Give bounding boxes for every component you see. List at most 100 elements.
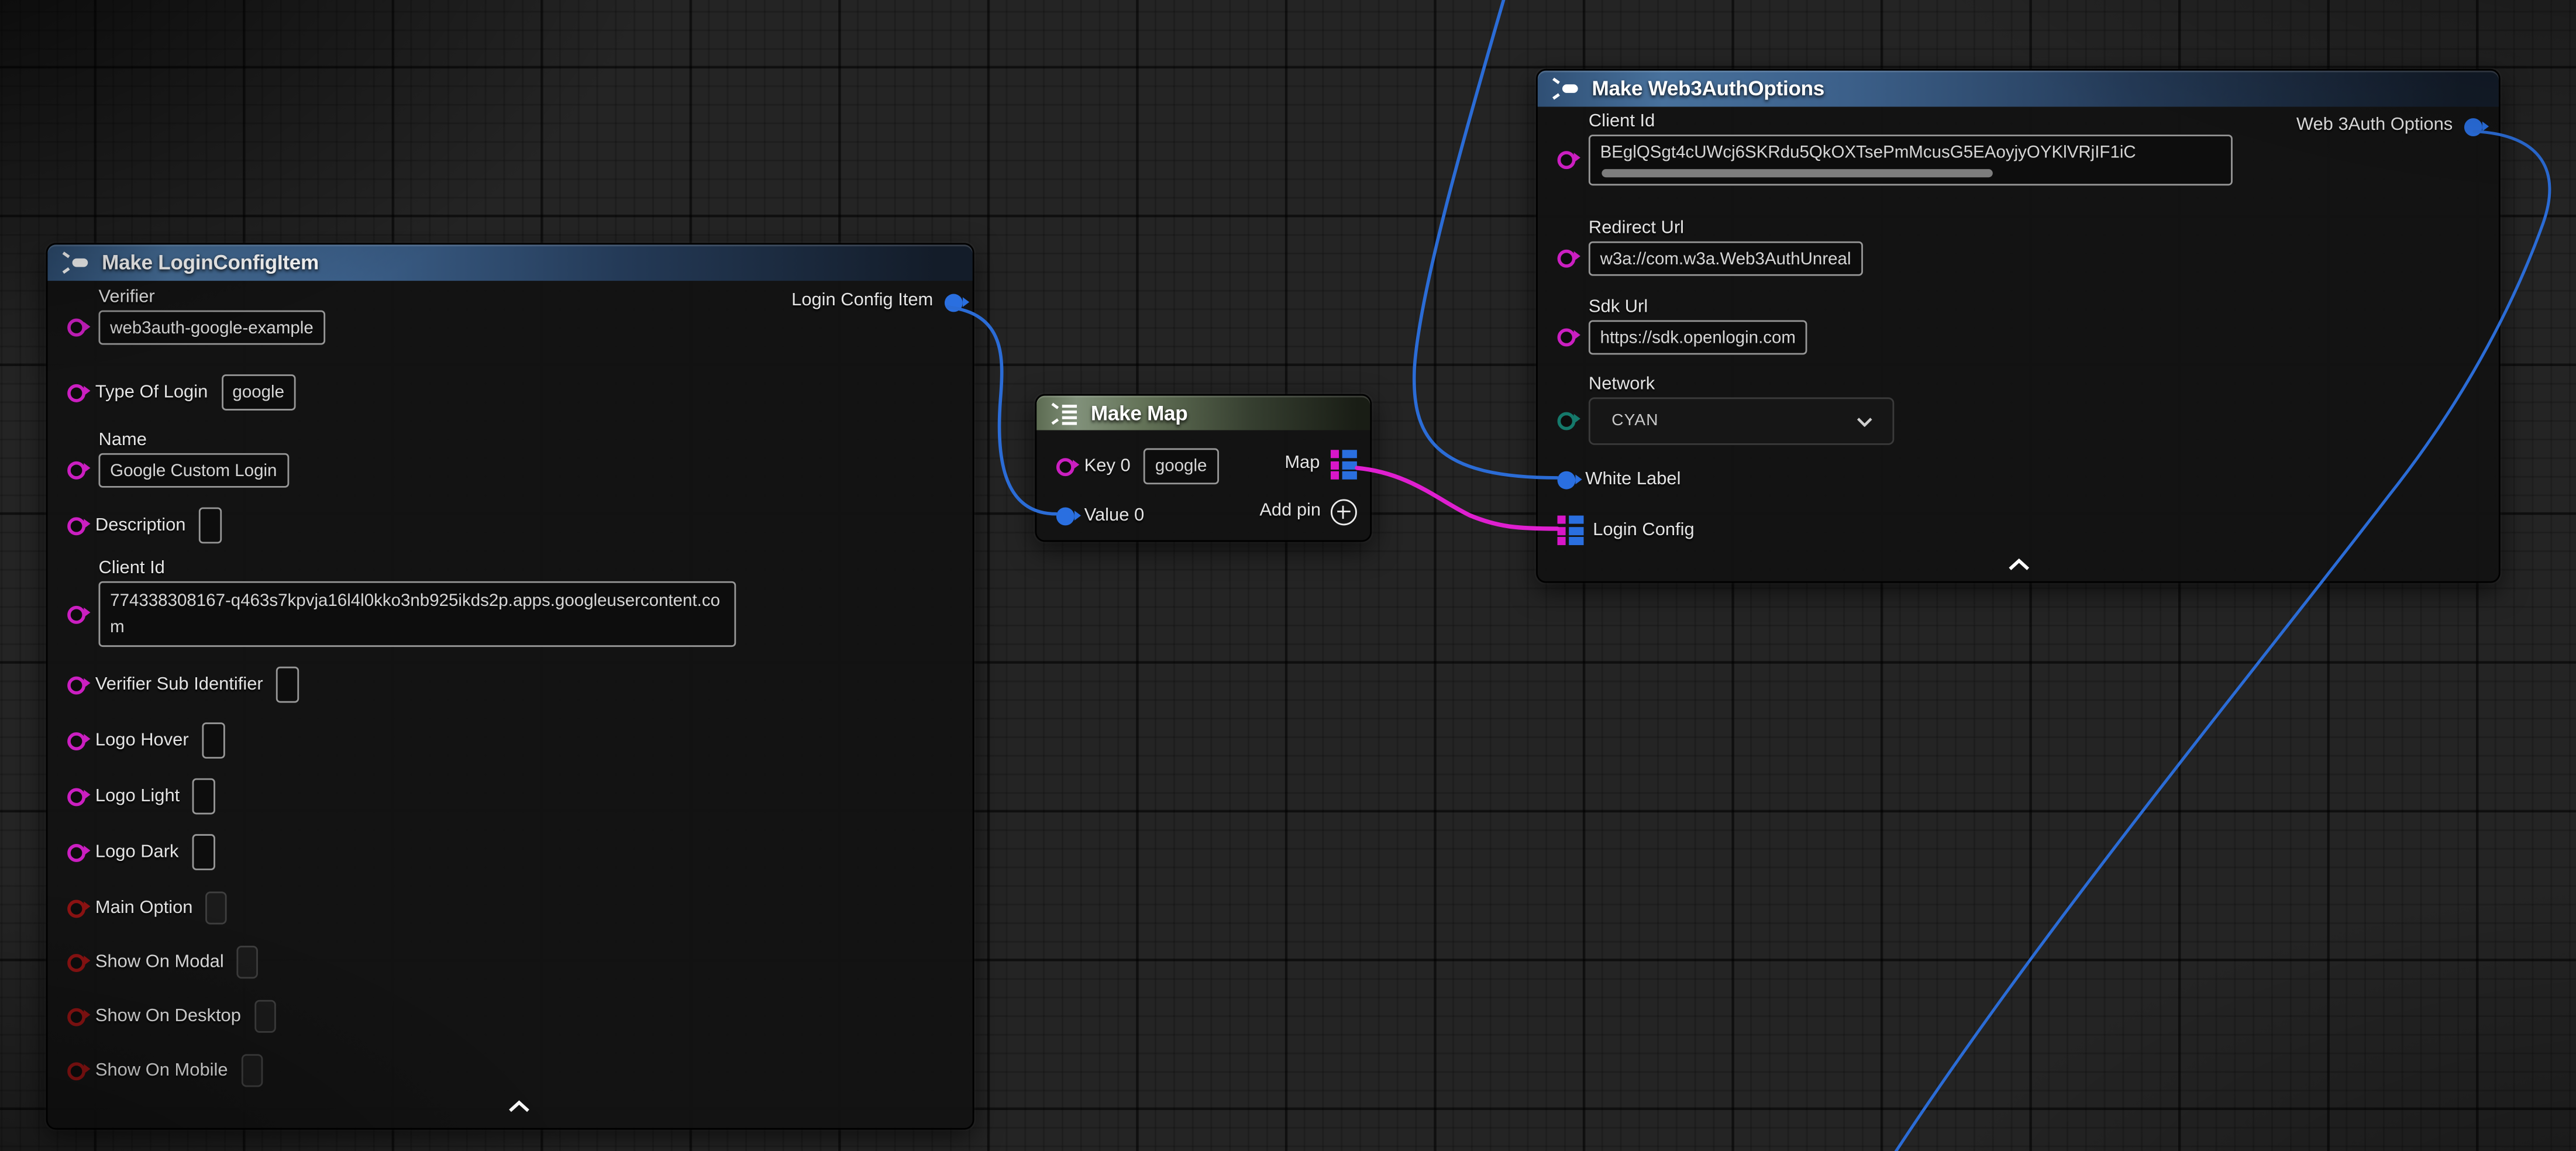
sdk-url-label: Sdk Url	[1589, 297, 1807, 317]
client-id-scrollbar[interactable]	[1602, 170, 1993, 178]
key0-label: Key 0	[1084, 456, 1131, 476]
show-on-desktop-pin[interactable]	[67, 1007, 85, 1025]
verifier-input[interactable]: web3auth-google-example	[99, 311, 325, 345]
node-title: Make LoginConfigItem	[102, 251, 319, 274]
node-make-web3auth-options[interactable]: Make Web3AuthOptions Web 3Auth Options C…	[1536, 69, 2501, 583]
verifier-sub-identifier-label: Verifier Sub Identifier	[95, 675, 263, 695]
client-id-text: BEglQSgt4cUWcj6SKRdu5QkOXTsePmMcusG5EAoy…	[1600, 140, 2222, 164]
client-id-input[interactable]: BEglQSgt4cUWcj6SKRdu5QkOXTsePmMcusG5EAoy…	[1589, 135, 2233, 185]
main-option-pin[interactable]	[67, 899, 85, 917]
field-type-of-login: Type Of Login google	[47, 374, 295, 411]
logo-hover-input[interactable]	[202, 722, 225, 759]
redirect-url-input[interactable]: w3a://com.w3a.Web3AuthUnreal	[1589, 242, 1862, 276]
logo-light-label: Logo Light	[95, 787, 180, 807]
name-pin[interactable]	[67, 461, 85, 479]
make-map-icon	[1050, 401, 1081, 424]
dropdown-chevron-icon	[1857, 416, 1873, 426]
key0-pin[interactable]	[1056, 457, 1075, 475]
field-value0: Value 0	[1036, 498, 1144, 534]
login-config-item-output-pin[interactable]	[945, 293, 963, 311]
show-on-desktop-checkbox[interactable]	[254, 1000, 275, 1033]
logo-hover-pin[interactable]	[67, 732, 85, 750]
field-key0: Key 0 google	[1036, 448, 1218, 484]
client-id-label: Client Id	[1589, 112, 2233, 132]
client-id-pin[interactable]	[67, 605, 85, 623]
field-description: Description	[47, 506, 222, 545]
field-verifier-sub-identifier: Verifier Sub Identifier	[47, 663, 299, 706]
value0-pin[interactable]	[1056, 506, 1075, 525]
field-login-config: Login Config	[1538, 512, 1695, 549]
collapse-node-button[interactable]	[494, 1100, 543, 1113]
logo-dark-pin[interactable]	[67, 843, 85, 861]
field-show-on-modal: Show On Modal	[47, 942, 258, 981]
collapse-chevron-icon	[508, 1100, 531, 1113]
verifier-pin[interactable]	[67, 319, 85, 337]
login-config-map-pin-icon[interactable]	[1558, 515, 1583, 545]
network-pin[interactable]	[1558, 412, 1576, 430]
output-login-config-item[interactable]: Login Config Item	[791, 291, 963, 313]
login-config-label: Login Config	[1593, 521, 1695, 540]
show-on-modal-checkbox[interactable]	[237, 946, 259, 978]
field-main-option: Main Option	[47, 888, 227, 928]
output-pin-label: Login Config Item	[791, 291, 933, 311]
client-id-label: Client Id	[99, 559, 736, 578]
field-logo-light: Logo Light	[47, 775, 216, 818]
network-label: Network	[1589, 374, 1894, 394]
description-label: Description	[95, 516, 186, 536]
client-id-input[interactable]: 774338308167-q463s7kpvja16l4l0kko3nb925i…	[99, 581, 736, 646]
type-of-login-input[interactable]: google	[221, 375, 296, 409]
client-id-pin[interactable]	[1558, 151, 1576, 169]
node-header[interactable]: Make Map	[1036, 396, 1370, 430]
type-of-login-pin[interactable]	[67, 384, 85, 402]
logo-dark-label: Logo Dark	[95, 842, 179, 862]
blueprint-graph-canvas[interactable]: Make LoginConfigItem Login Config Item V…	[0, 0, 2576, 1151]
output-pin-label: Web 3Auth Options	[2296, 115, 2453, 135]
node-title: Make Web3AuthOptions	[1592, 77, 1825, 100]
white-label-pin[interactable]	[1558, 470, 1576, 488]
node-header[interactable]: Make Web3AuthOptions	[1538, 71, 2499, 107]
field-network: Network CYAN	[1538, 374, 1894, 445]
show-on-mobile-label: Show On Mobile	[95, 1061, 228, 1081]
name-input[interactable]: Google Custom Login	[99, 453, 289, 488]
white-label-label: White Label	[1585, 470, 1680, 490]
verifier-sub-identifier-input[interactable]	[276, 667, 299, 703]
description-input[interactable]	[199, 507, 222, 543]
verifier-sub-identifier-pin[interactable]	[67, 676, 85, 694]
network-dropdown[interactable]: CYAN	[1589, 397, 1894, 444]
field-white-label: White Label	[1538, 461, 1681, 498]
redirect-url-label: Redirect Url	[1589, 218, 1862, 238]
show-on-mobile-checkbox[interactable]	[241, 1054, 263, 1087]
main-option-checkbox[interactable]	[206, 891, 228, 924]
map-pin-icon[interactable]	[1331, 450, 1357, 480]
show-on-modal-pin[interactable]	[67, 953, 85, 971]
add-pin-button[interactable]: Add pin	[1259, 499, 1357, 525]
add-pin-plus-icon	[1331, 499, 1357, 525]
show-on-modal-label: Show On Modal	[95, 952, 224, 972]
add-pin-label: Add pin	[1259, 501, 1321, 521]
logo-light-input[interactable]	[193, 778, 216, 815]
web3auth-options-output-pin[interactable]	[2464, 118, 2482, 136]
key0-input[interactable]: google	[1144, 449, 1218, 484]
description-pin[interactable]	[67, 516, 85, 535]
output-map[interactable]: Map	[1284, 450, 1357, 480]
output-web3auth-options[interactable]: Web 3Auth Options	[2296, 115, 2482, 138]
sdk-url-pin[interactable]	[1558, 328, 1576, 346]
main-option-label: Main Option	[95, 898, 193, 918]
map-output-label: Map	[1284, 453, 1320, 473]
node-header[interactable]: Make LoginConfigItem	[47, 244, 972, 281]
field-redirect-url: Redirect Url w3a://com.w3a.Web3AuthUnrea…	[1538, 218, 1862, 276]
wire-map-to-login-config[interactable]	[1357, 468, 1558, 529]
node-make-login-config-item[interactable]: Make LoginConfigItem Login Config Item V…	[46, 243, 974, 1129]
logo-dark-input[interactable]	[192, 834, 215, 870]
redirect-url-pin[interactable]	[1558, 249, 1576, 267]
logo-light-pin[interactable]	[67, 787, 85, 805]
field-show-on-mobile: Show On Mobile	[47, 1051, 262, 1090]
collapse-node-button[interactable]	[1995, 559, 2044, 571]
verifier-label: Verifier	[99, 287, 325, 307]
make-struct-icon	[1551, 77, 1582, 100]
show-on-mobile-pin[interactable]	[67, 1062, 85, 1080]
node-make-map[interactable]: Make Map Key 0 google Map Value 0 Add pi…	[1035, 394, 1372, 542]
value0-label: Value 0	[1084, 506, 1145, 526]
network-selected-value: CYAN	[1611, 412, 1658, 430]
sdk-url-input[interactable]: https://sdk.openlogin.com	[1589, 320, 1807, 354]
